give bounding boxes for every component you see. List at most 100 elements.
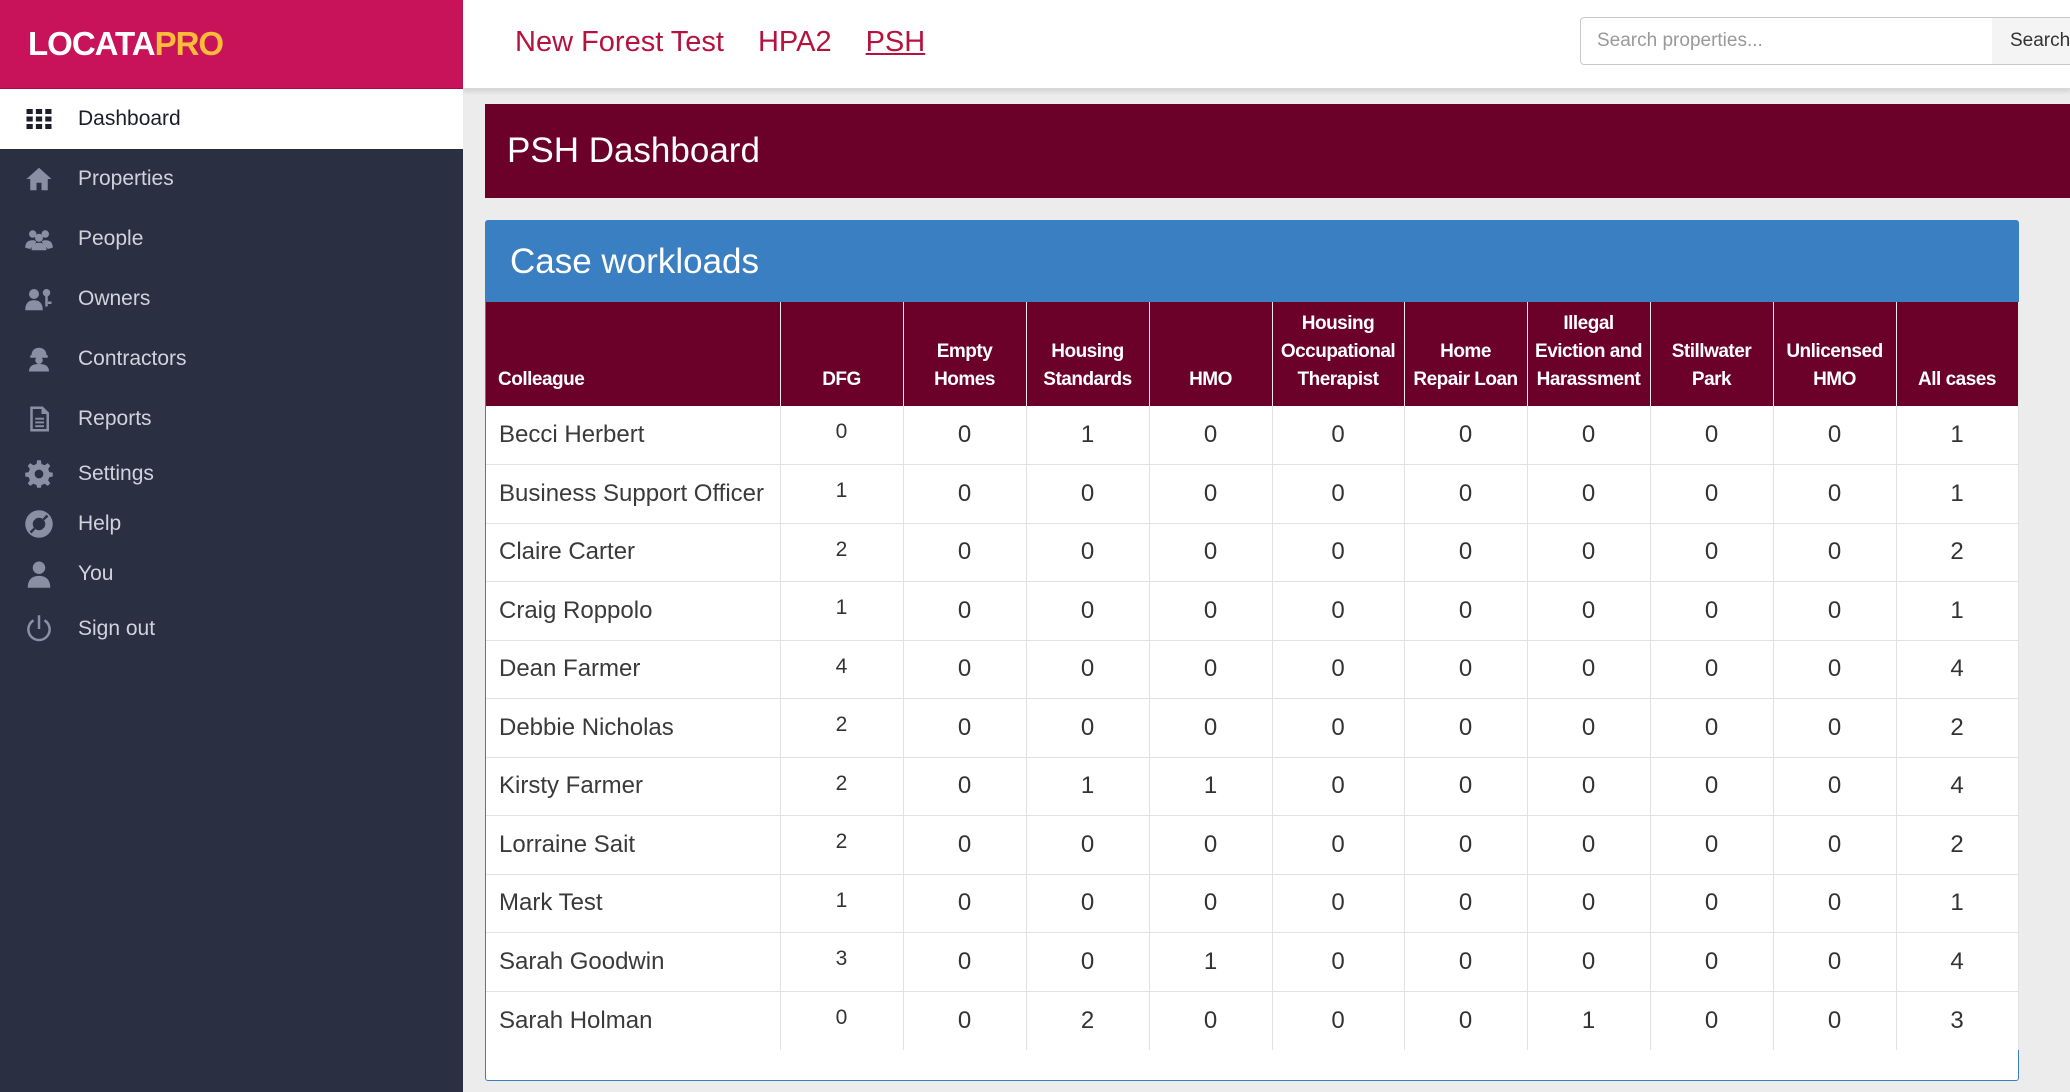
locatapro-logo[interactable]: LOCATAPRO	[28, 25, 224, 63]
case-count-cell: 0	[1527, 581, 1651, 641]
case-count-cell: 4	[1896, 640, 2019, 699]
case-count-cell: 0	[1527, 464, 1651, 524]
case-count-cell: 0	[780, 406, 904, 465]
sidebar-item-properties[interactable]: Properties	[0, 149, 463, 209]
table-row[interactable]: Lorraine Sait 2 0 0 0 0 0 0 0 0 2	[486, 815, 2019, 875]
case-count-cell: 0	[1527, 406, 1651, 465]
table-row[interactable]: Craig Roppolo 1 0 0 0 0 0 0 0 0 1	[486, 581, 2019, 641]
case-count-cell: 0	[903, 464, 1027, 524]
case-count-cell: 0	[1650, 464, 1774, 524]
case-count-cell: 1	[780, 874, 904, 933]
column-header-home-repair-loan: Home Repair Loan	[1404, 302, 1528, 406]
case-count-cell: 0	[903, 991, 1027, 1050]
case-count-cell: 2	[780, 757, 904, 816]
table-row[interactable]: Kirsty Farmer 2 0 1 1 0 0 0 0 0 4	[486, 757, 2019, 816]
case-count-cell: 2	[780, 523, 904, 582]
user-icon	[0, 559, 78, 589]
gear-icon	[0, 459, 78, 489]
column-header-text: Homes	[934, 369, 995, 390]
case-count-cell: 0	[1650, 874, 1774, 933]
sidebar-item-help[interactable]: Help	[0, 499, 463, 549]
case-count-cell: 0	[1773, 406, 1897, 465]
table-row[interactable]: Becci Herbert 0 0 1 0 0 0 0 0 0 1	[486, 406, 2019, 465]
case-count-cell: 0	[1527, 932, 1651, 992]
table-row[interactable]: Mark Test 1 0 0 0 0 0 0 0 0 1	[486, 874, 2019, 933]
workspace-link-new-forest-test[interactable]: New Forest Test	[515, 26, 724, 59]
sidebar-item-owners[interactable]: Owners	[0, 269, 463, 329]
case-count-cell: 4	[1896, 932, 2019, 992]
case-count-cell: 0	[1773, 932, 1897, 992]
case-count-cell: 0	[1404, 464, 1528, 524]
table-header-row: Colleague DFG Empty Homes Housing Standards HM…	[486, 302, 2019, 406]
case-count-cell: 0	[1773, 815, 1897, 875]
sidebar-item-label: You	[78, 562, 114, 585]
colleague-name-cell: Sarah Holman	[486, 991, 781, 1050]
table-row[interactable]: Claire Carter 2 0 0 0 0 0 0 0 0 2	[486, 523, 2019, 582]
case-count-cell: 0	[1404, 523, 1528, 582]
case-count-cell: 0	[1026, 581, 1150, 641]
case-count-cell: 1	[1149, 757, 1273, 816]
sidebar-item-dashboard[interactable]: Dashboard	[0, 89, 463, 149]
column-header-text: Eviction and	[1535, 341, 1642, 362]
case-count-cell: 0	[1272, 757, 1405, 816]
table-row[interactable]: Sarah Holman 0 0 2 0 0 0 1 0 0 3	[486, 991, 2019, 1050]
case-count-cell: 3	[780, 932, 904, 992]
sidebar-item-label: Sign out	[78, 617, 156, 640]
table-row[interactable]: Debbie Nicholas 2 0 0 0 0 0 0 0 0 2	[486, 698, 2019, 758]
column-header-illegal-eviction-and-harassment: Illegal Eviction and Harassment	[1527, 302, 1651, 406]
sidebar-item-contractors[interactable]: Contractors	[0, 329, 463, 389]
page-title: PSH Dashboard	[507, 131, 760, 170]
case-count-cell: 0	[1404, 698, 1528, 758]
workspace-link-psh[interactable]: PSH	[866, 26, 926, 59]
column-header-text: All cases	[1918, 369, 1996, 390]
colleague-name-cell: Craig Roppolo	[486, 581, 781, 641]
sidebar-item-sign-out[interactable]: Sign out	[0, 599, 463, 659]
column-header-empty-homes: Empty Homes	[903, 302, 1027, 406]
colleague-name-cell: Kirsty Farmer	[486, 757, 781, 816]
case-count-cell: 0	[903, 874, 1027, 933]
case-count-cell: 0	[1149, 523, 1273, 582]
case-count-cell: 0	[1527, 640, 1651, 699]
case-count-cell: 0	[903, 406, 1027, 465]
column-header-stillwater-park: Stillwater Park	[1650, 302, 1774, 406]
sidebar-item-people[interactable]: People	[0, 209, 463, 269]
case-count-cell: 0	[1527, 698, 1651, 758]
panel-title: Case workloads	[510, 241, 759, 281]
sidebar-item-reports[interactable]: Reports	[0, 389, 463, 449]
sidebar-item-label: Contractors	[78, 347, 187, 370]
case-count-cell: 0	[1404, 640, 1528, 699]
case-count-cell: 0	[1149, 406, 1273, 465]
workspace-nav: New Forest Test HPA2 PSH	[515, 26, 925, 59]
case-workloads-table: Colleague DFG Empty Homes Housing Standards HM…	[486, 302, 2019, 1050]
sidebar-item-settings[interactable]: Settings	[0, 449, 463, 499]
case-count-cell: 0	[1773, 640, 1897, 699]
workspace-link-hpa2[interactable]: HPA2	[758, 26, 832, 59]
column-header-text: Home	[1440, 341, 1491, 362]
case-count-cell: 4	[780, 640, 904, 699]
table-header: Colleague DFG Empty Homes Housing Standards HM…	[486, 302, 2019, 406]
sidebar-item-you[interactable]: You	[0, 549, 463, 599]
case-count-cell: 0	[1404, 991, 1528, 1050]
case-count-cell: 0	[1773, 698, 1897, 758]
owner-icon	[0, 284, 78, 314]
brand-bar: LOCATAPRO	[0, 0, 463, 89]
case-count-cell: 0	[903, 581, 1027, 641]
search-input[interactable]	[1580, 17, 1993, 65]
column-header-text: Stillwater	[1671, 341, 1752, 362]
table-row[interactable]: Sarah Goodwin 3 0 0 1 0 0 0 0 0 4	[486, 932, 2019, 992]
case-count-cell: 0	[1272, 640, 1405, 699]
table-row[interactable]: Dean Farmer 4 0 0 0 0 0 0 0 0 4	[486, 640, 2019, 699]
search-button[interactable]: Search	[1992, 17, 2070, 65]
column-header-text: Unlicensed	[1786, 341, 1883, 362]
colleague-name-cell: Lorraine Sait	[486, 815, 781, 875]
column-header-text: Housing	[1301, 313, 1375, 334]
case-count-cell: 4	[1896, 757, 2019, 816]
case-count-cell: 2	[1026, 991, 1150, 1050]
case-count-cell: 0	[1650, 815, 1774, 875]
case-count-cell: 0	[1773, 757, 1897, 816]
power-icon	[0, 614, 78, 644]
case-count-cell: 1	[1896, 874, 2019, 933]
case-count-cell: 0	[1272, 464, 1405, 524]
case-count-cell: 1	[780, 581, 904, 641]
table-row[interactable]: Business Support Officer 1 0 0 0 0 0 0 0 0 1	[486, 464, 2019, 524]
